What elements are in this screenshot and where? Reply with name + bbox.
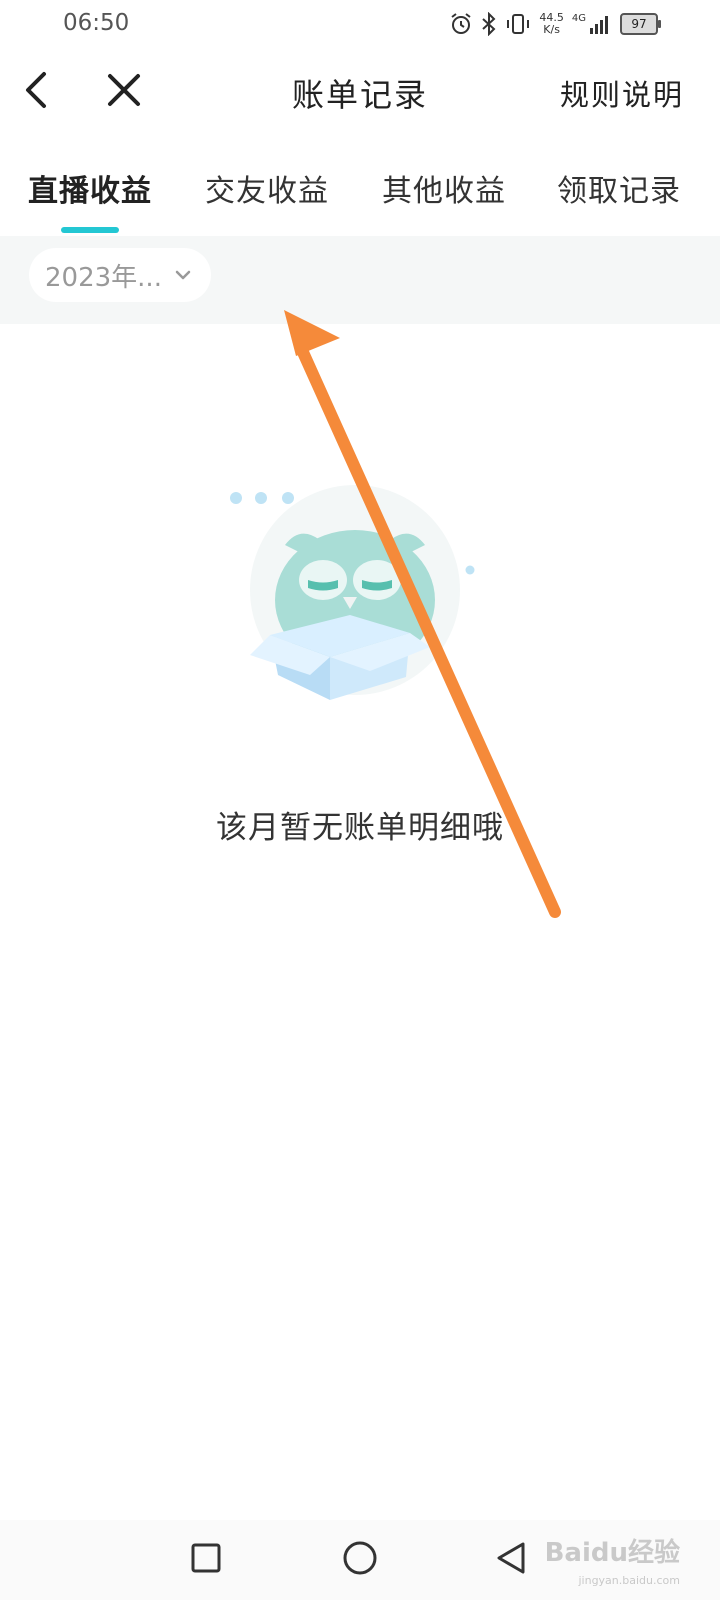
bluetooth-icon: [481, 12, 497, 36]
tab-bar: 直播收益 交友收益 其他收益 领取记录: [0, 150, 720, 236]
net-speed: 44.5 K/s: [539, 12, 564, 36]
system-nav-bar: Baidu经验 jingyan.baidu.com: [0, 1520, 720, 1600]
vibrate-icon: [505, 12, 531, 36]
tab-dating-income[interactable]: 交友收益: [205, 166, 329, 210]
network-type: 4G: [571, 13, 586, 24]
battery-icon: 97: [620, 13, 661, 35]
status-time: 06:50: [63, 10, 130, 36]
tab-other-income[interactable]: 其他收益: [382, 166, 506, 210]
active-tab-indicator: [61, 227, 119, 233]
back-triangle-icon[interactable]: [495, 1540, 527, 1576]
tab-live-income[interactable]: 直播收益: [28, 166, 152, 210]
watermark-url: jingyan.baidu.com: [578, 1574, 680, 1587]
month-value: 2023年...: [45, 262, 162, 293]
status-icons: 44.5 K/s 4G 97: [449, 8, 661, 40]
nav-bar: 账单记录 规则说明: [0, 50, 720, 140]
chevron-down-icon: [174, 266, 192, 284]
owl-with-box-illustration: [220, 485, 490, 725]
net-speed-unit: K/s: [543, 23, 560, 36]
filter-bar: 2023年...: [0, 236, 720, 324]
home-circle-icon[interactable]: [342, 1540, 378, 1576]
empty-state-message: 该月暂无账单明细哦: [216, 810, 504, 846]
month-selector[interactable]: 2023年...: [29, 248, 211, 302]
alarm-icon: [449, 12, 473, 36]
tab-claim-records[interactable]: 领取记录: [557, 166, 681, 210]
bill-records-screen: 06:50 44.5 K/s 4G 97 账单记录 规则说明 直播收益 交友收益…: [0, 0, 720, 1600]
status-bar: 06:50 44.5 K/s 4G 97: [0, 0, 720, 50]
watermark-logo: Baidu经验: [544, 1538, 680, 1568]
signal-icon: 4G: [572, 13, 612, 35]
rules-button[interactable]: 规则说明: [560, 72, 684, 114]
recents-square-icon[interactable]: [190, 1542, 222, 1574]
